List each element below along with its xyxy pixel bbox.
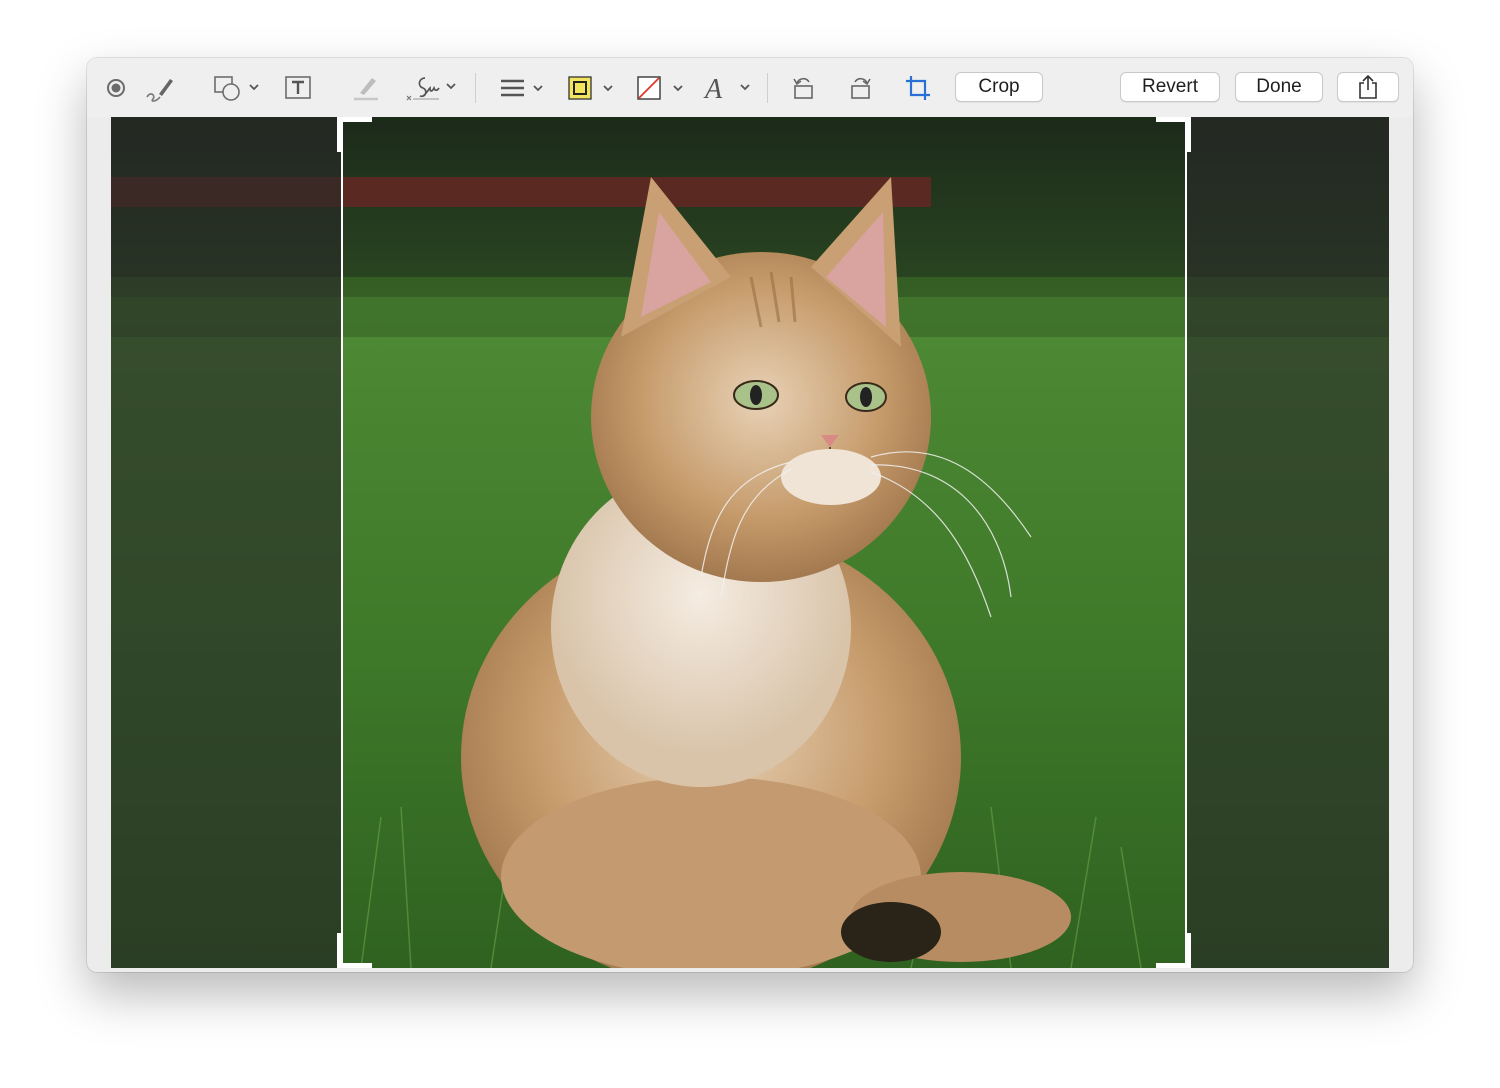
share-icon	[1359, 74, 1377, 99]
signature-icon[interactable]	[403, 72, 461, 104]
crop-dim-left	[111, 117, 341, 968]
crop-handle-bottom-right[interactable]	[1156, 933, 1191, 968]
line-style-icon[interactable]	[495, 72, 549, 104]
toolbar-separator	[767, 73, 768, 103]
markup-dot-icon[interactable]	[101, 72, 131, 104]
markup-toolbar: A Crop Revert Done	[87, 58, 1413, 117]
fill-color-icon[interactable]	[633, 72, 689, 104]
crop-handle-top-right[interactable]	[1156, 117, 1191, 152]
image-canvas[interactable]	[111, 117, 1389, 968]
text-box-icon[interactable]	[281, 72, 315, 104]
highlight-icon[interactable]	[349, 72, 383, 104]
rotate-right-icon[interactable]	[843, 72, 877, 104]
rotate-left-icon[interactable]	[787, 72, 821, 104]
revert-button[interactable]: Revert	[1120, 72, 1220, 102]
markup-window: A Crop Revert Done	[87, 58, 1413, 972]
crop-handle-bottom-left[interactable]	[337, 933, 372, 968]
crop-icon[interactable]	[901, 72, 935, 104]
share-button[interactable]	[1337, 72, 1399, 102]
border-color-icon[interactable]	[563, 72, 619, 104]
crop-button[interactable]: Crop	[955, 72, 1043, 102]
svg-text:A: A	[703, 74, 723, 104]
toolbar-separator	[475, 73, 476, 103]
sketch-icon[interactable]	[139, 72, 179, 104]
crop-handle-top-left[interactable]	[337, 117, 372, 152]
shapes-icon[interactable]	[209, 72, 263, 104]
done-button[interactable]: Done	[1235, 72, 1323, 102]
text-style-icon[interactable]: A	[701, 72, 755, 104]
crop-dim-right	[1187, 117, 1389, 968]
crop-selection[interactable]	[337, 117, 1191, 968]
